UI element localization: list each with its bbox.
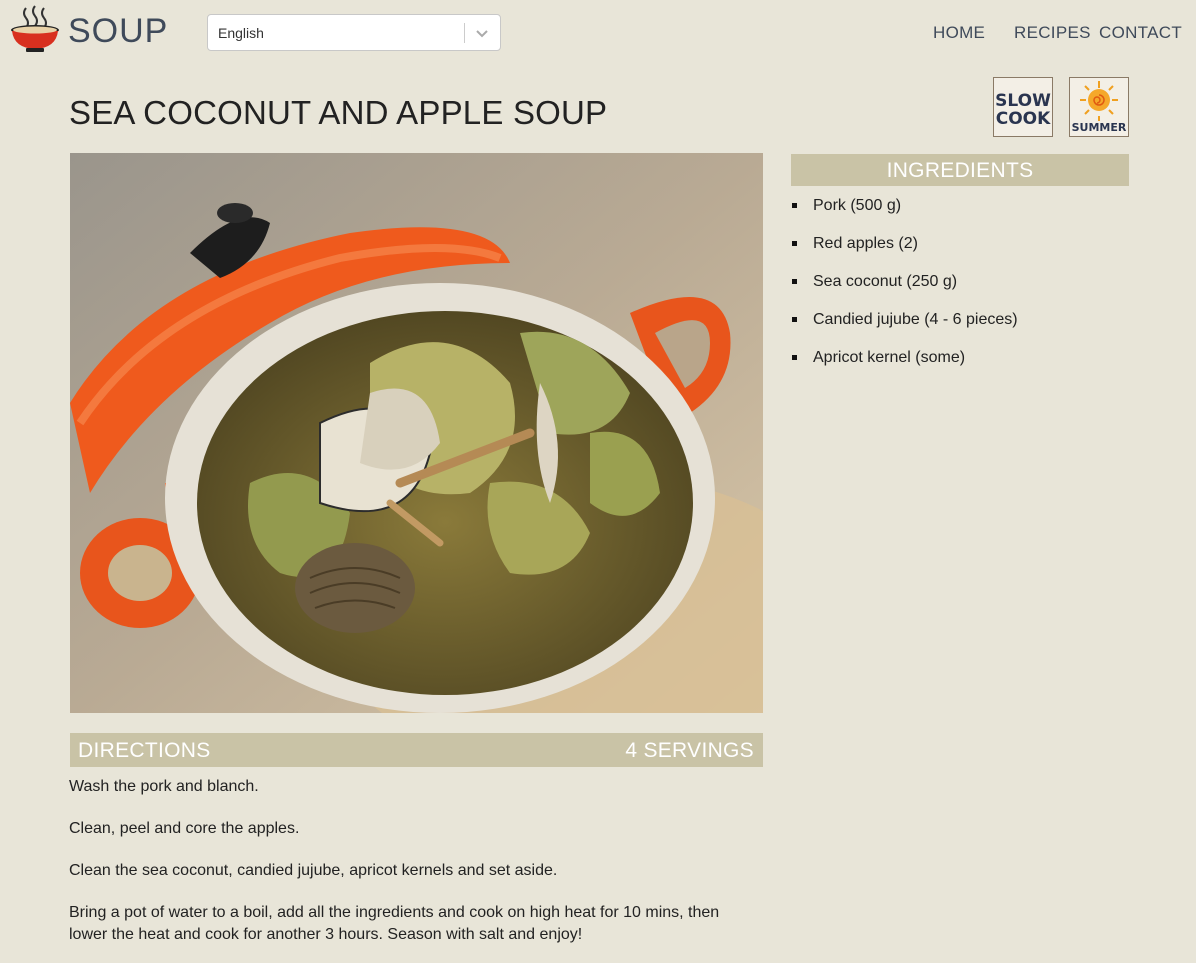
directions-heading: DIRECTIONS <box>78 739 211 762</box>
page-title: SEA COCONUT AND APPLE SOUP <box>69 94 608 131</box>
direction-step: Wash the pork and blanch. <box>69 778 259 795</box>
ingredients-heading: INGREDIENTS <box>791 154 1129 186</box>
nav-home[interactable]: HOME <box>933 23 985 43</box>
slow-cook-icon: SLOW COOK <box>993 77 1053 137</box>
servings-count: 4 SERVINGS <box>625 739 754 762</box>
ingredient-item: Candied jujube (4 - 6 pieces) <box>791 310 1129 348</box>
soup-pot-photo <box>70 153 763 713</box>
summer-sun-icon: SUMMER <box>1069 77 1129 137</box>
directions-header: DIRECTIONS 4 SERVINGS <box>70 733 763 767</box>
brand-name[interactable]: SOUP <box>68 12 168 51</box>
ingredient-item: Sea coconut (250 g) <box>791 272 1129 310</box>
ingredients-list: Pork (500 g) Red apples (2) Sea coconut … <box>791 196 1129 386</box>
ingredient-item: Pork (500 g) <box>791 196 1129 234</box>
chevron-down-icon[interactable] <box>474 25 490 41</box>
nav-contact[interactable]: CONTACT <box>1099 23 1182 43</box>
direction-step: Bring a pot of water to a boil, add all … <box>69 904 720 943</box>
language-selected-value: English <box>218 25 264 41</box>
soup-bowl-icon[interactable] <box>10 4 62 54</box>
summer-text: SUMMER <box>1072 121 1127 134</box>
site-header: SOUP English HOME RECIPES CONTACT <box>0 0 1196 66</box>
slow-cook-text-line2: COOK <box>996 109 1051 129</box>
direction-step: Clean the sea coconut, candied jujube, a… <box>69 862 558 879</box>
ingredient-item: Apricot kernel (some) <box>791 348 1129 386</box>
slow-cook-text-line1: SLOW <box>995 91 1051 111</box>
direction-step: Clean, peel and core the apples. <box>69 820 300 837</box>
ingredient-item: Red apples (2) <box>791 234 1129 272</box>
nav-recipes[interactable]: RECIPES <box>1014 23 1091 43</box>
language-select[interactable]: English <box>207 14 501 51</box>
select-divider <box>464 23 465 43</box>
